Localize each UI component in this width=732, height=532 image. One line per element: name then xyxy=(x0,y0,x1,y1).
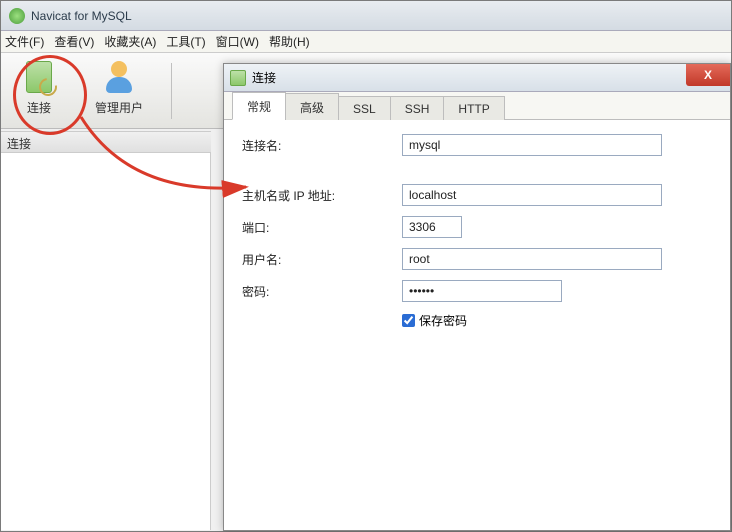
label-host: 主机名或 IP 地址: xyxy=(242,187,402,204)
input-password[interactable] xyxy=(402,280,562,302)
label-port: 端口: xyxy=(242,219,402,236)
tabstrip: 常规 高级 SSL SSH HTTP xyxy=(224,92,730,120)
connection-icon xyxy=(26,61,52,93)
menubar: 文件(F) 查看(V) 收藏夹(A) 工具(T) 窗口(W) 帮助(H) xyxy=(1,31,731,53)
menu-file[interactable]: 文件(F) xyxy=(5,33,44,50)
input-port[interactable] xyxy=(402,216,462,238)
menu-view[interactable]: 查看(V) xyxy=(54,33,94,50)
titlebar: Navicat for MySQL xyxy=(1,1,731,31)
app-title: Navicat for MySQL xyxy=(31,9,132,23)
sidebar-panel xyxy=(1,153,211,530)
sidebar-header: 连接 xyxy=(1,131,211,153)
dialog-title: 连接 xyxy=(252,69,276,86)
checkbox-save-password[interactable] xyxy=(402,314,415,327)
input-host[interactable] xyxy=(402,184,662,206)
app-icon xyxy=(9,8,25,24)
close-button[interactable]: X xyxy=(686,64,730,86)
dialog-titlebar: 连接 X xyxy=(224,64,730,92)
menu-tools[interactable]: 工具(T) xyxy=(166,33,205,50)
input-user[interactable] xyxy=(402,248,662,270)
menu-help[interactable]: 帮助(H) xyxy=(269,33,310,50)
menu-fav[interactable]: 收藏夹(A) xyxy=(104,33,156,50)
connect-button[interactable]: 连接 xyxy=(11,59,67,116)
tab-http[interactable]: HTTP xyxy=(443,96,504,120)
main-window: Navicat for MySQL 文件(F) 查看(V) 收藏夹(A) 工具(… xyxy=(0,0,732,532)
label-password: 密码: xyxy=(242,283,402,300)
manage-users-button[interactable]: 管理用户 xyxy=(91,59,147,116)
connection-form: 连接名: 主机名或 IP 地址: 端口: 用户名: 密码: 保存密码 xyxy=(224,120,730,343)
input-conn-name[interactable] xyxy=(402,134,662,156)
label-save-password: 保存密码 xyxy=(419,312,467,329)
tab-general[interactable]: 常规 xyxy=(232,92,286,120)
tab-advanced[interactable]: 高级 xyxy=(285,93,339,120)
toolbar-separator xyxy=(171,63,172,119)
manage-users-label: 管理用户 xyxy=(95,99,143,116)
tab-ssh[interactable]: SSH xyxy=(390,96,445,120)
label-user: 用户名: xyxy=(242,251,402,268)
dialog-icon xyxy=(230,70,246,86)
menu-window[interactable]: 窗口(W) xyxy=(216,33,259,50)
label-conn-name: 连接名: xyxy=(242,137,402,154)
user-icon xyxy=(104,61,134,93)
connection-dialog: 连接 X 常规 高级 SSL SSH HTTP 连接名: 主机名或 IP 地址:… xyxy=(223,63,731,531)
tab-ssl[interactable]: SSL xyxy=(338,96,391,120)
connect-label: 连接 xyxy=(27,99,51,116)
